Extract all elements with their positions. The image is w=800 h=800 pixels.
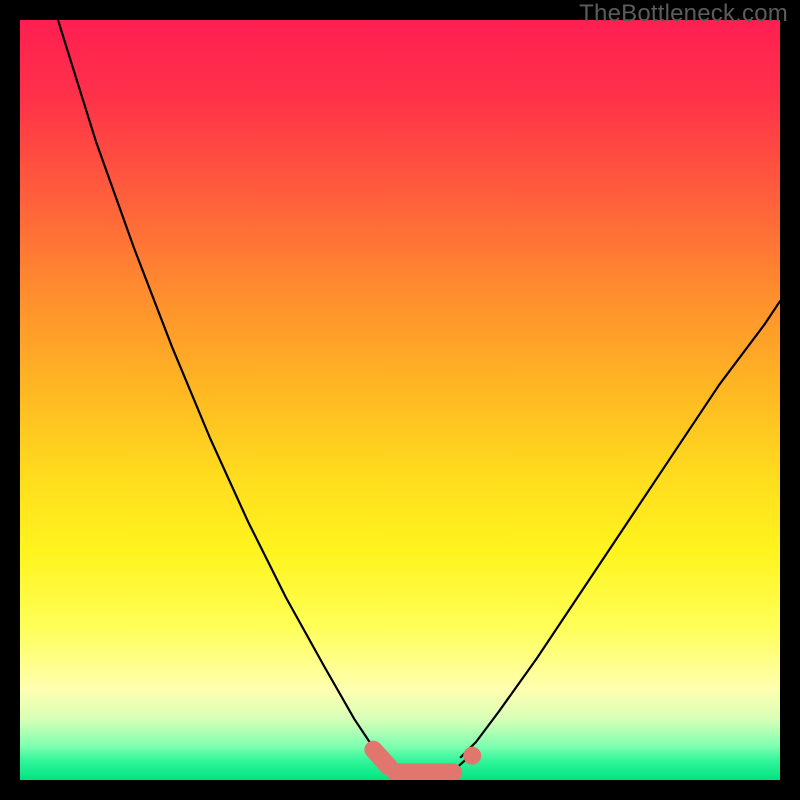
watermark-text: TheBottleneck.com <box>579 0 788 28</box>
series-right-branch <box>461 301 780 757</box>
plot-area <box>20 20 780 780</box>
valley-marker <box>373 750 388 767</box>
series-left-branch <box>58 20 385 757</box>
curve-layer <box>20 20 780 780</box>
chart-frame: TheBottleneck.com <box>0 0 800 800</box>
valley-marker <box>463 747 481 765</box>
